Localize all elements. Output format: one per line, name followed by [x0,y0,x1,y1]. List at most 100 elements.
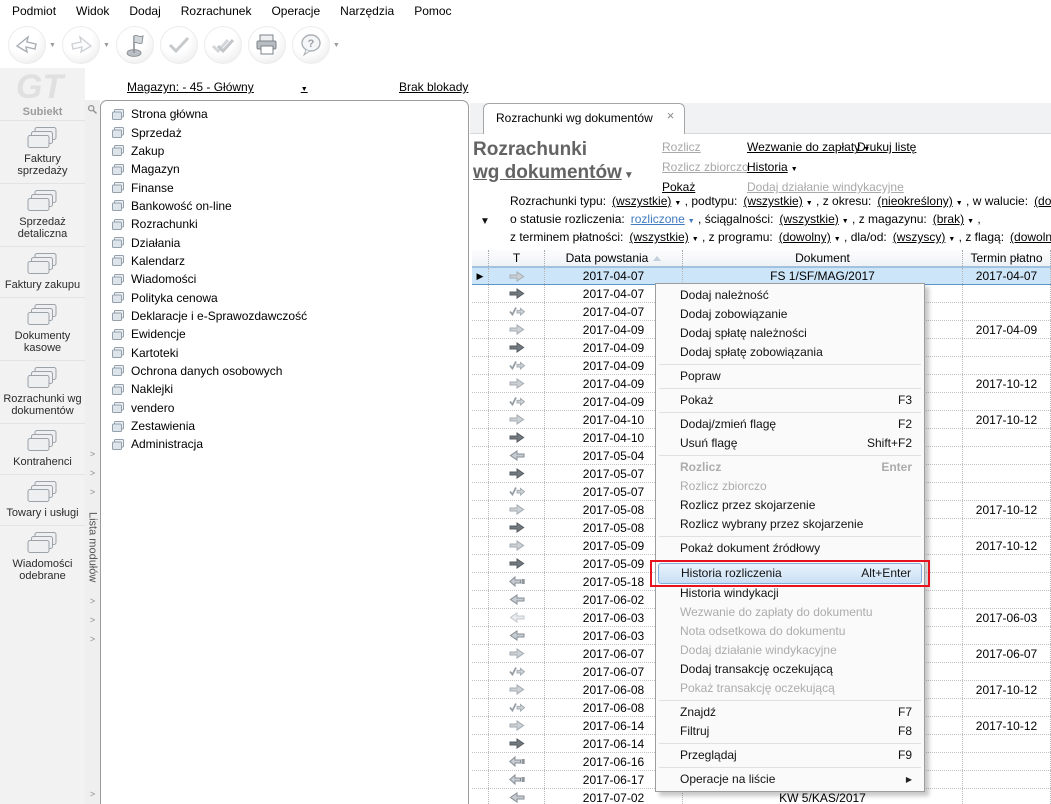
tree-item-administracja[interactable]: Administracja [109,435,468,453]
filter-value-wszystkie[interactable]: (wszystkie) ▼ [612,194,681,208]
tree-item-sprzedaz[interactable]: Sprzedaż [109,123,468,141]
module-item-kontrahenci[interactable]: Kontrahenci [0,423,85,474]
tree-item-kalendarz[interactable]: Kalendarz [109,252,468,270]
tree-item-finanse[interactable]: Finanse [109,178,468,196]
menu-item-pokaz-dokument-zrodlowy[interactable]: Pokaż dokument źródłowy [656,539,924,558]
chevron-down-icon[interactable]: ▼ [49,42,56,49]
menu-item-znajdz[interactable]: Znajdź F7 [656,703,924,722]
menu-item-filtruj[interactable]: Filtruj F8 [656,722,924,741]
action-link-drukuj-liste[interactable]: Drukuj listę [857,140,916,154]
chevron-right-icon[interactable]: > [90,464,95,483]
filter-value-nieokreslony[interactable]: (nieokreślony) ▼ [877,194,962,208]
page-title[interactable]: Rozrachunki wg dokumentów ▼ [473,138,634,187]
chevron-right-icon[interactable]: > [90,785,95,804]
chevron-right-icon[interactable]: > [90,483,95,502]
filter-value-brak[interactable]: (brak) ▼ [933,212,974,226]
menubar-item-podmiot[interactable]: Podmiot [2,1,66,21]
chevron-right-icon[interactable]: > [90,630,95,649]
menu-item-historia-rozliczenia[interactable]: Historia rozliczenia Alt+Enter [650,560,930,587]
menu-item-dodaj-zobowiazanie[interactable]: Dodaj zobowiązanie [656,305,924,324]
arrow-right-light-icon [509,684,525,695]
chevron-down-icon[interactable]: ▼ [333,42,340,49]
menu-item-operacje-na-liscie[interactable]: Operacje na liście ▶ [656,770,924,789]
tree-item-deklaracje-i-e-sprawozdawczosc[interactable]: Deklaracje i e-Sprawozdawczość [109,307,468,325]
tree-item-vendero[interactable]: vendero [109,399,468,417]
filter-collapse-toggle[interactable]: ▼ [480,216,490,227]
menu-item-pokaz[interactable]: Pokaż F3 [656,391,924,410]
tree-item-rozrachunki[interactable]: Rozrachunki [109,215,468,233]
type-cell [489,447,545,464]
menu-item-rozlicz-przez-skojarzenie[interactable]: Rozlicz przez skojarzenie [656,496,924,515]
menu-item-dodaj-transakcje-oczekujaca[interactable]: Dodaj transakcję oczekującą [656,660,924,679]
tree-item-polityka-cenowa[interactable]: Polityka cenowa [109,288,468,306]
nav-back-button[interactable] [8,26,46,64]
filter-value-rozliczone[interactable]: rozliczone ▼ [631,212,695,226]
nav-forward-button[interactable] [61,26,100,64]
column-header-termin-platno[interactable]: Termin płatno [963,250,1051,266]
menubar-item-pomoc[interactable]: Pomoc [404,1,461,21]
menu-item-przegladaj[interactable]: Przeglądaj F9 [656,746,924,765]
module-item-faktury-zakupu[interactable]: Faktury zakupu [0,246,85,297]
filter-value-dowolna[interactable]: (dowolna)▼ [1010,230,1051,244]
menu-item-dodaj-splate-zobowiazania[interactable]: Dodaj spłatę zobowiązania [656,343,924,362]
pin-icon[interactable] [87,104,98,115]
menu-item-popraw[interactable]: Popraw [656,367,924,386]
chevron-right-icon[interactable]: > [90,592,95,611]
module-item-sprzedaz-detaliczna[interactable]: Sprzedaż detaliczna [0,183,85,246]
tree-item-bankowosc-on-line[interactable]: Bankowość on-line [109,197,468,215]
menubar-item-widok[interactable]: Widok [66,1,119,21]
menu-item-dodaj-zmien-flage[interactable]: Dodaj/zmień flagę F2 [656,415,924,434]
column-header-t[interactable]: T [489,250,545,266]
settle-batch-button[interactable] [203,26,242,64]
tree-item-wiadomosci[interactable]: Wiadomości [109,270,468,288]
menu-item-dodaj-splate-naleznosci[interactable]: Dodaj spłatę należności [656,324,924,343]
column-header-data-powstania[interactable]: Data powstania [545,250,683,266]
tree-item-dzialania[interactable]: Działania [109,233,468,251]
tree-item-zakup[interactable]: Zakup [109,142,468,160]
filter-value-wszystkie[interactable]: (wszystkie) ▼ [779,212,848,226]
filter-value-wszystkie[interactable]: (wszystkie) ▼ [629,230,698,244]
chevron-right-icon[interactable]: > [90,445,95,464]
module-item-dokumenty-kasowe[interactable]: Dokumenty kasowe [0,297,85,360]
module-item-rozrachunki-wg-dokumentow[interactable]: Rozrachunki wg dokumentów [0,360,85,423]
flag-button[interactable] [115,26,154,64]
tree-item-icon [111,218,125,231]
print-button[interactable] [247,26,286,64]
column-header-marker[interactable] [472,250,489,266]
menubar-item-dodaj[interactable]: Dodaj [119,1,170,21]
chevron-right-icon[interactable]: > [90,611,95,630]
action-link-historia[interactable]: Historia ▼ [747,160,904,174]
settle-button[interactable] [159,26,198,64]
chevron-down-icon[interactable]: ▼ [103,42,110,49]
tree-item-ewidencje[interactable]: Ewidencje [109,325,468,343]
close-icon[interactable]: × [667,108,675,123]
due-date-cell [963,591,1051,608]
arrow-left-light-icon [509,612,525,623]
menubar-item-narzedzia[interactable]: Narzędzia [330,1,404,21]
module-item-towary-i-uslugi[interactable]: Towary i usługi [0,474,85,525]
tree-item-naklejki[interactable]: Naklejki [109,380,468,398]
tree-item-kartoteki[interactable]: Kartoteki [109,343,468,361]
tree-item-zestawienia[interactable]: Zestawienia [109,417,468,435]
menu-item-usun-flage[interactable]: Usuń flagę Shift+F2 [656,434,924,453]
help-button[interactable]: ? [291,26,330,64]
tree-item-magazyn[interactable]: Magazyn [109,160,468,178]
warehouse-selector[interactable]: Magazyn: - 45 - Główny ▼ [127,80,352,94]
menu-item-rozlicz-wybrany-przez-skojarzenie[interactable]: Rozlicz wybrany przez skojarzenie [656,515,924,534]
tab-rozrachunki-wg-dokumentow[interactable]: Rozrachunki wg dokumentów × [483,103,686,134]
filter-row-3: z terminem płatności: (wszystkie) ▼ , z pr… [510,228,1051,246]
menu-item-historia-windykacji[interactable]: Historia windykacji [656,584,924,603]
filter-value-dowolny[interactable]: (dowolny) ▼ [779,230,841,244]
tree-item-strona-glowna[interactable]: Strona główna [109,105,468,123]
menu-item-dodaj-naleznosc[interactable]: Dodaj należność [656,286,924,305]
menubar-item-rozrachunek[interactable]: Rozrachunek [171,1,262,21]
lock-status-link[interactable]: Brak blokady [399,80,468,94]
filter-value-dowolna[interactable]: (dowolna)▼ [1034,194,1051,208]
column-header-dokument[interactable]: Dokument [683,250,963,266]
tree-item-ochrona-danych-osobowych[interactable]: Ochrona danych osobowych [109,362,468,380]
filter-value-wszystkie[interactable]: (wszystkie) ▼ [743,194,812,208]
module-item-faktury-sprzedazy[interactable]: Faktury sprzedaży [0,120,85,183]
menubar-item-operacje[interactable]: Operacje [261,1,330,21]
module-item-wiadomosci-odebrane[interactable]: Wiadomości odebrane [0,525,85,588]
filter-value-wszyscy[interactable]: (wszyscy) ▼ [893,230,956,244]
